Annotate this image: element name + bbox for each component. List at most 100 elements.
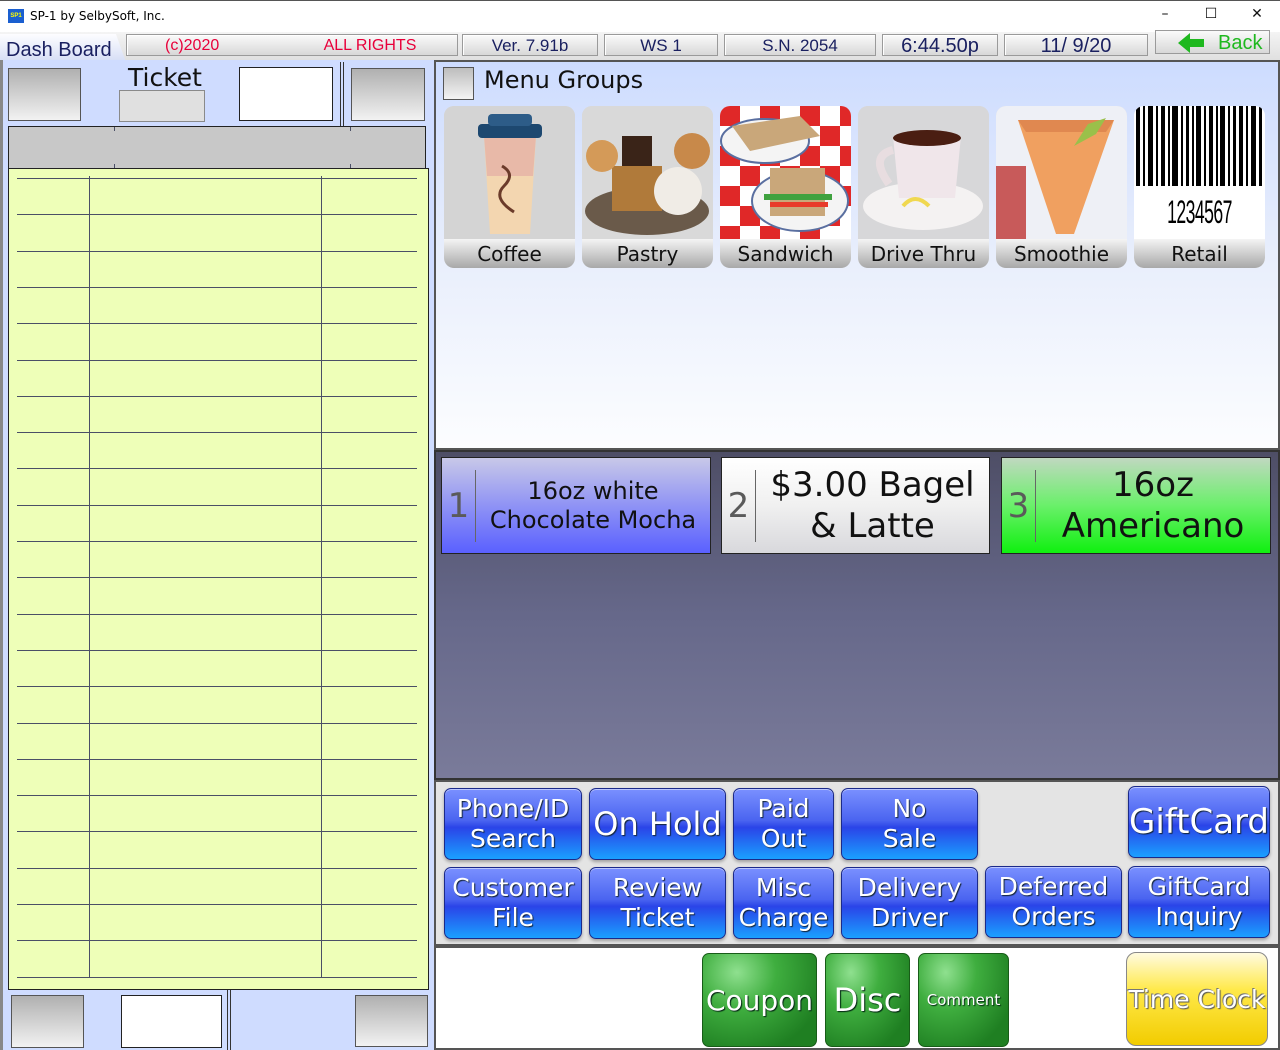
coffee-cup-icon [444, 106, 575, 239]
pastry-icon [582, 106, 713, 239]
copyright-text: (c)2020 [165, 37, 220, 54]
order-line-1: 16oz [1112, 464, 1194, 505]
teacup-icon [858, 106, 989, 239]
deferred-orders-button[interactable]: Deferred Orders [985, 866, 1122, 938]
menu-group-coffee[interactable]: Coffee [444, 106, 575, 268]
ticket-row-line [17, 904, 417, 905]
on-hold-button[interactable]: On Hold [589, 788, 726, 860]
ticket-row-line [17, 541, 417, 542]
order-description: $3.00 Bagel & Latte [756, 458, 989, 553]
ticket-right-button[interactable] [351, 68, 425, 121]
time-display: 6:44.50p [882, 34, 998, 57]
close-button[interactable]: ✕ [1234, 3, 1280, 25]
open-order-1[interactable]: 1 16oz white Chocolate Mocha [441, 457, 711, 554]
ticket-row-line [17, 795, 417, 797]
button-line-2: Orders [1011, 902, 1096, 931]
dash-board-tab[interactable]: Dash Board [0, 34, 126, 62]
menu-group-label: Retail [1134, 239, 1265, 268]
ticket-line-items[interactable] [8, 168, 429, 990]
ticket-row-line [17, 686, 417, 688]
button-line-2: Inquiry [1155, 902, 1243, 931]
button-line-1: Misc [755, 873, 812, 902]
ticket-row-line [17, 649, 417, 651]
open-order-2[interactable]: 2 $3.00 Bagel & Latte [721, 457, 990, 554]
ticket-row-line [17, 468, 417, 470]
button-line-2: File [492, 903, 534, 932]
no-sale-button[interactable]: No Sale [841, 788, 978, 860]
button-line-2: Search [470, 824, 556, 853]
sandwich-icon [720, 106, 851, 239]
back-button[interactable]: Back [1155, 30, 1270, 54]
button-line-1: Deferred [998, 872, 1109, 901]
review-ticket-button[interactable]: Review Ticket [589, 867, 726, 939]
menu-groups-toggle[interactable] [443, 67, 474, 100]
ticket-row-line [17, 178, 417, 179]
header-tick [350, 127, 351, 131]
copyright-box: (c)2020 ALL RIGHTS RESERVED [126, 34, 458, 76]
workstation-display: WS 1 [604, 34, 718, 56]
app-logo-icon: SP1 [8, 9, 24, 23]
menu-group-label: Pastry [582, 239, 713, 268]
giftcard-button[interactable]: GiftCard [1128, 786, 1270, 858]
ticket-column-header [8, 126, 426, 169]
button-line-1: Delivery [857, 873, 962, 902]
version-display: Ver. 7.91b [462, 34, 598, 56]
back-label: Back [1218, 32, 1263, 54]
menu-group-drive-thru[interactable]: Drive Thru [858, 106, 989, 268]
ticket-row-line [17, 286, 417, 288]
discount-button[interactable]: Disc [825, 953, 910, 1047]
ticket-row-line [17, 323, 417, 325]
order-number: 2 [727, 486, 750, 526]
coupon-button[interactable]: Coupon [702, 953, 817, 1047]
paid-out-button[interactable]: Paid Out [733, 788, 834, 860]
ticket-row-line [17, 214, 417, 216]
order-description: 16oz white Chocolate Mocha [476, 458, 710, 553]
ticket-row-line [17, 867, 417, 869]
customer-file-button[interactable]: Customer File [444, 867, 582, 939]
menu-group-sandwich[interactable]: Sandwich [720, 106, 851, 268]
button-line-1: Paid [757, 794, 810, 823]
ticket-total-field[interactable] [121, 995, 222, 1048]
date-display: 11/ 9/20 [1004, 34, 1148, 57]
ticket-bottom-right-button[interactable] [355, 995, 428, 1047]
button-line-1: Review [612, 873, 703, 902]
order-line-1: 16oz white [527, 476, 659, 505]
ticket-row-line [17, 831, 417, 833]
menu-group-label: Sandwich [720, 239, 851, 268]
button-line-1: Customer [452, 873, 574, 902]
order-line-2: Chocolate Mocha [489, 505, 697, 534]
menu-group-label: Coffee [444, 239, 575, 268]
menu-group-label: Smoothie [996, 239, 1127, 268]
comment-button[interactable]: Comment [918, 953, 1009, 1047]
barcode-number: 1234567 [1167, 194, 1232, 230]
menu-group-pastry[interactable]: Pastry [582, 106, 713, 268]
delivery-driver-button[interactable]: Delivery Driver [841, 867, 978, 939]
menu-group-label: Drive Thru [858, 239, 989, 268]
phone-id-search-button[interactable]: Phone/ID Search [444, 788, 582, 860]
ticket-row-line [17, 976, 417, 978]
button-line-2: Ticket [620, 903, 695, 932]
price-column-line [321, 176, 322, 978]
ticket-row-line [17, 613, 417, 615]
time-clock-button[interactable]: Time Clock [1126, 952, 1268, 1046]
maximize-button[interactable]: ☐ [1188, 3, 1234, 25]
giftcard-inquiry-button[interactable]: GiftCard Inquiry [1128, 866, 1270, 938]
menu-group-retail[interactable]: 1234567 Retail [1134, 106, 1265, 268]
minimize-button[interactable]: – [1142, 3, 1188, 25]
misc-charge-button[interactable]: Misc Charge [733, 867, 834, 939]
order-line-2: & Latte [810, 505, 935, 546]
ticket-row-line [17, 504, 417, 506]
ticket-left-button[interactable] [8, 68, 81, 121]
ticket-bottom-left-button[interactable] [11, 995, 84, 1048]
menu-group-smoothie[interactable]: Smoothie [996, 106, 1127, 268]
smoothie-icon [996, 106, 1127, 239]
window-title: SP-1 by SelbySoft, Inc. [30, 9, 165, 23]
ticket-row-line [17, 395, 417, 397]
ticket-title: Ticket [128, 63, 202, 92]
ticket-info-field[interactable] [239, 67, 333, 121]
open-order-3[interactable]: 3 16oz Americano [1001, 457, 1271, 554]
order-number: 1 [447, 486, 470, 526]
serial-number-display: S.N. 2054 [724, 34, 876, 56]
header-tick [114, 127, 115, 131]
ticket-number-field[interactable] [119, 90, 205, 122]
